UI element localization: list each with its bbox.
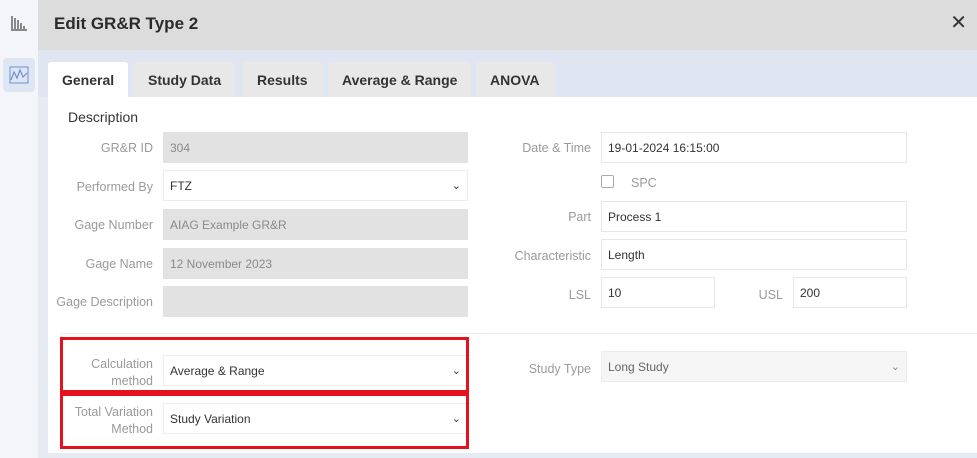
grr-id-field: 304 (163, 132, 468, 163)
performed-by-select[interactable]: FTZ ⌄ (163, 170, 468, 201)
lsl-label: LSL (568, 288, 591, 302)
characteristic-label: Characteristic (514, 249, 591, 263)
left-rail (0, 0, 38, 458)
study-type-value: Long Study (608, 359, 669, 374)
grr-id-label: GR&R ID (100, 141, 153, 155)
performed-by-label: Performed By (76, 180, 153, 194)
tab-anova[interactable]: ANOVA (476, 62, 554, 97)
chevron-down-icon: ⌄ (890, 361, 900, 373)
date-time-label: Date & Time (522, 141, 591, 155)
gage-name-field: 12 November 2023 (163, 248, 468, 279)
gage-number-field: AIAG Example GR&R (163, 209, 468, 240)
study-type-select[interactable]: Long Study ⌄ (601, 351, 907, 382)
usl-label: USL (758, 288, 783, 302)
tab-general[interactable]: General (48, 62, 129, 97)
tab-average-range[interactable]: Average & Range (328, 62, 472, 97)
line-chart-icon[interactable] (3, 58, 35, 92)
dialog-title: Edit GR&R Type 2 (54, 14, 199, 33)
gage-description-label: Gage Description (56, 295, 153, 309)
tab-study-data[interactable]: Study Data (134, 62, 236, 97)
bar-chart-icon[interactable] (6, 10, 32, 36)
performed-by-value: FTZ (170, 178, 192, 193)
tab-strip: General Study Data Results Average & Ran… (38, 50, 977, 97)
spc-label: SPC (631, 176, 657, 190)
calculation-method-highlight (60, 337, 469, 393)
characteristic-field[interactable]: Length (601, 239, 907, 270)
total-variation-method-highlight (60, 393, 469, 449)
chevron-down-icon: ⌄ (451, 180, 461, 192)
gage-name-label: Gage Name (85, 257, 153, 271)
gage-number-label: Gage Number (74, 218, 153, 232)
usl-field[interactable]: 200 (793, 277, 907, 308)
spc-checkbox[interactable] (601, 175, 614, 188)
date-time-field[interactable]: 19-01-2024 16:15:00 (601, 132, 907, 163)
tab-results[interactable]: Results (243, 62, 322, 97)
general-form: Description GR&R ID 304 Performed By FTZ… (48, 97, 977, 453)
content-panel: Description GR&R ID 304 Performed By FTZ… (38, 97, 977, 458)
part-label: Part (568, 210, 591, 224)
dialog-header: Edit GR&R Type 2 ✕ (38, 0, 977, 50)
part-field[interactable]: Process 1 (601, 201, 907, 232)
section-title: Description (68, 109, 139, 125)
lsl-field[interactable]: 10 (601, 277, 715, 308)
study-type-label: Study Type (528, 362, 591, 376)
close-icon[interactable]: ✕ (950, 13, 967, 33)
gage-description-field (163, 286, 468, 317)
section-divider (60, 333, 977, 334)
